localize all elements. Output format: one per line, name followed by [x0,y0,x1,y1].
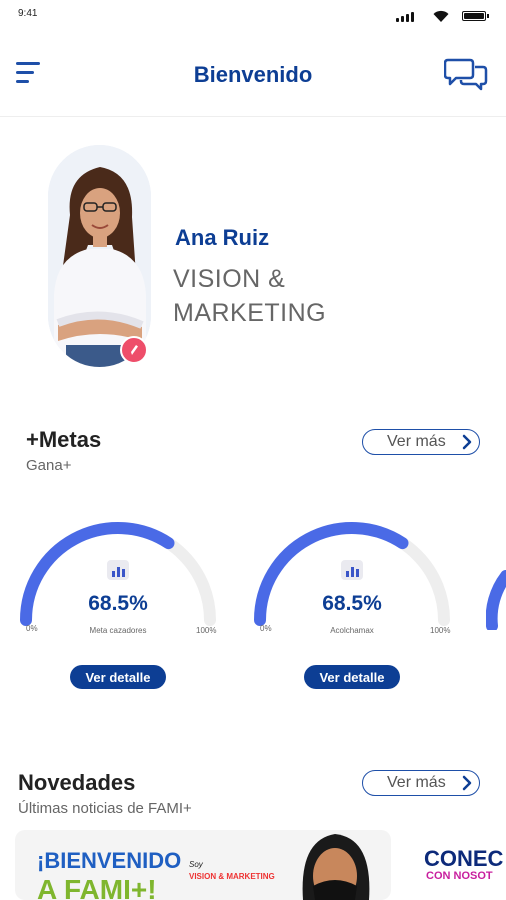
company-line-2: MARKETING [173,299,327,327]
status-bar: 9:41 [0,0,506,32]
status-time: 9:41 [18,8,38,19]
gauge-percent: 68.5% [88,592,148,615]
novedades-title: Novedades [18,770,136,795]
gauge-min: 0% [26,624,38,633]
page-title: Bienvenido [193,62,313,87]
ver-mas-label: Ver más [387,774,446,791]
ver-mas-label: Ver más [387,433,446,450]
user-name: Ana Ruiz [175,225,270,250]
banner2-line-1: CONEC [424,846,504,871]
app-header: Bienvenido [0,40,506,117]
edit-profile-button[interactable] [120,336,148,364]
news-card-welcome[interactable]: ¡BIENVENIDO A FAMI+! Soy VISION & MARKET… [15,830,391,900]
ver-detalle-button[interactable]: Ver detalle [304,665,400,689]
battery-icon [462,11,489,21]
banner-person-image [302,834,370,900]
bar-chart-icon [341,560,363,580]
chevron-right-icon [462,775,472,791]
metas-title: +Metas [26,427,102,452]
avatar-illustration [48,145,151,367]
profile-photo [48,145,151,367]
banner2-line-2: CON NOSOT [426,870,493,882]
goal-gauge-partial [486,570,506,630]
news-card-connect[interactable]: CONEC CON NOSOT [408,830,506,900]
gauge-label: Meta cazadores [89,626,147,635]
goal-gauge: 68.5% Meta cazadores 0% 100% Ver detalle [18,508,228,698]
metas-subtitle: Gana+ [26,457,72,474]
banner-brand-2: VISION & MARKETING [189,872,275,881]
wifi-icon [433,10,449,22]
user-company: VISION & MARKETING [173,262,393,330]
novedades-subtitle: Últimas noticias de FAMI+ [18,800,192,817]
signal-icon [396,12,414,22]
gauge-min: 0% [260,624,272,633]
company-line-1: VISION & [173,265,286,293]
ver-detalle-button[interactable]: Ver detalle [70,665,166,689]
chevron-right-icon [462,434,472,450]
gauge-percent: 68.5% [322,592,382,615]
gauge-label: Acolchamax [330,626,374,635]
gauge-max: 100% [196,626,217,635]
banner-line-1: ¡BIENVENIDO [37,848,182,873]
banner-line-2: A FAMI+! [37,874,157,900]
banner-brand-1: Soy [189,860,203,869]
bar-chart-icon [107,560,129,580]
novedades-ver-mas-button[interactable]: Ver más [362,770,480,796]
gauge-max: 100% [430,626,451,635]
pencil-icon [131,345,138,355]
chat-bubbles-icon[interactable] [444,56,488,92]
metas-ver-mas-button[interactable]: Ver más [362,429,480,455]
goal-gauge: 68.5% Acolchamax 0% 100% Ver detalle [252,508,462,698]
